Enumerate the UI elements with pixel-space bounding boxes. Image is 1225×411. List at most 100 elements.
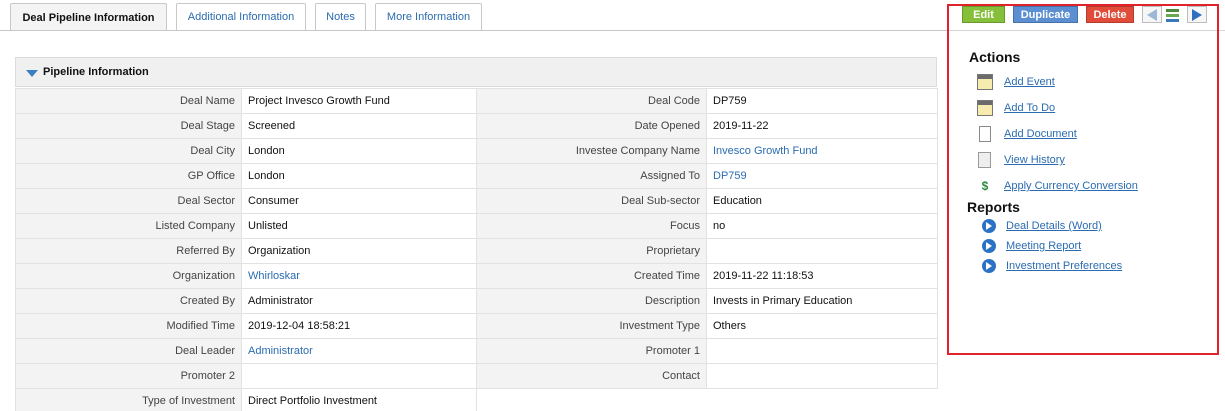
table-row: Deal Leader Administrator Promoter 1 <box>15 338 938 364</box>
report-investment-preferences[interactable]: Investment Preferences <box>982 259 1122 273</box>
field-value: 2019-11-22 11:18:53 <box>706 263 938 289</box>
delete-button[interactable]: Delete <box>1086 6 1134 23</box>
field-label: Referred By <box>15 238 242 264</box>
field-value: Education <box>706 188 938 214</box>
arrow-circle-right-icon <box>982 239 996 253</box>
add-event-link[interactable]: Add Event <box>1004 76 1055 88</box>
field-label: Type of Investment <box>15 388 242 411</box>
currency-conversion-link[interactable]: Apply Currency Conversion <box>1004 180 1138 192</box>
tab-notes[interactable]: Notes <box>315 3 366 30</box>
field-label: Deal Stage <box>15 113 242 139</box>
field-value <box>706 238 938 264</box>
field-label: Listed Company <box>15 213 242 239</box>
pipeline-detail-table: Deal Name Project Invesco Growth Fund De… <box>15 88 938 411</box>
collapse-triangle-icon[interactable] <box>26 69 38 77</box>
table-row: Deal Stage Screened Date Opened 2019-11-… <box>15 113 938 139</box>
field-label: Promoter 2 <box>15 363 242 389</box>
organization-link[interactable]: Whirloskar <box>241 263 477 289</box>
report-meeting[interactable]: Meeting Report <box>982 239 1081 253</box>
add-event-action[interactable]: Add Event <box>977 74 1055 90</box>
view-history-action[interactable]: View History <box>977 152 1065 168</box>
table-row: GP Office London Assigned To DP759 <box>15 163 938 189</box>
next-record-button[interactable] <box>1187 6 1207 23</box>
tab-bar: Deal Pipeline Information Additional Inf… <box>10 3 491 31</box>
table-row: Deal Sector Consumer Deal Sub-sector Edu… <box>15 188 938 214</box>
document-icon <box>979 126 991 142</box>
report-deal-details[interactable]: Deal Details (Word) <box>982 219 1102 233</box>
arrow-right-icon <box>1192 8 1202 21</box>
field-value <box>241 363 477 389</box>
field-value: Consumer <box>241 188 477 214</box>
main-content: Pipeline Information Deal Name Project I… <box>0 31 948 411</box>
actions-title: Actions <box>969 49 1021 65</box>
field-label: Focus <box>476 213 707 239</box>
field-label: Modified Time <box>15 313 242 339</box>
tab-deal-pipeline-information[interactable]: Deal Pipeline Information <box>10 3 167 31</box>
table-row: Organization Whirloskar Created Time 201… <box>15 263 938 289</box>
add-document-link[interactable]: Add Document <box>1004 128 1077 140</box>
duplicate-button[interactable]: Duplicate <box>1013 6 1078 23</box>
actions-panel: Actions Add Event Add To Do Add Document… <box>947 4 1219 355</box>
field-value: no <box>706 213 938 239</box>
list-view-icon[interactable] <box>1165 8 1181 22</box>
add-todo-link[interactable]: Add To Do <box>1004 102 1055 114</box>
field-value: Others <box>706 313 938 339</box>
field-label: Promoter 1 <box>476 338 707 364</box>
tab-more-information[interactable]: More Information <box>375 3 482 30</box>
field-value <box>706 338 938 364</box>
field-label: Assigned To <box>476 163 707 189</box>
field-label: Deal Sector <box>15 188 242 214</box>
field-value: Direct Portfolio Investment <box>241 388 477 411</box>
field-label: Deal City <box>15 138 242 164</box>
table-row: Modified Time 2019-12-04 18:58:21 Invest… <box>15 313 938 339</box>
previous-record-button[interactable] <box>1142 6 1162 23</box>
table-row: Referred By Organization Proprietary <box>15 238 938 264</box>
view-history-link[interactable]: View History <box>1004 154 1065 166</box>
add-todo-action[interactable]: Add To Do <box>977 100 1055 116</box>
field-value: 2019-12-04 18:58:21 <box>241 313 477 339</box>
section-header-pipeline-information[interactable]: Pipeline Information <box>15 57 937 87</box>
currency-conversion-action[interactable]: $ Apply Currency Conversion <box>977 178 1138 194</box>
investee-company-link[interactable]: Invesco Growth Fund <box>706 138 938 164</box>
field-label: Proprietary <box>476 238 707 264</box>
field-label: Date Opened <box>476 113 707 139</box>
table-row: Deal Name Project Invesco Growth Fund De… <box>15 88 938 114</box>
field-value: Screened <box>241 113 477 139</box>
field-value: Project Invesco Growth Fund <box>241 88 477 114</box>
deal-leader-link[interactable]: Administrator <box>241 338 477 364</box>
add-document-action[interactable]: Add Document <box>977 126 1077 142</box>
field-label: Deal Leader <box>15 338 242 364</box>
field-value: DP759 <box>706 88 938 114</box>
currency-icon: $ <box>981 179 989 193</box>
tab-additional-information[interactable]: Additional Information <box>176 3 306 30</box>
deal-details-word-link[interactable]: Deal Details (Word) <box>1006 220 1102 232</box>
field-label: Organization <box>15 263 242 289</box>
field-label: Description <box>476 288 707 314</box>
meeting-report-link[interactable]: Meeting Report <box>1006 240 1081 252</box>
record-toolbar: Edit Duplicate Delete <box>962 6 1210 23</box>
reports-title: Reports <box>967 199 1020 215</box>
calendar-todo-icon <box>977 100 993 116</box>
history-icon <box>978 152 991 168</box>
field-value: Organization <box>241 238 477 264</box>
table-row: Deal City London Investee Company Name I… <box>15 138 938 164</box>
table-row: Listed Company Unlisted Focus no <box>15 213 938 239</box>
arrow-circle-right-icon <box>982 219 996 233</box>
section-title: Pipeline Information <box>43 66 149 78</box>
assigned-to-link[interactable]: DP759 <box>706 163 938 189</box>
field-label: Deal Name <box>15 88 242 114</box>
table-row: Type of Investment Direct Portfolio Inve… <box>15 388 938 411</box>
edit-button[interactable]: Edit <box>962 6 1005 23</box>
arrow-circle-right-icon <box>982 259 996 273</box>
field-value: London <box>241 138 477 164</box>
field-label: Contact <box>476 363 707 389</box>
table-row: Created By Administrator Description Inv… <box>15 288 938 314</box>
investment-preferences-link[interactable]: Investment Preferences <box>1006 260 1122 272</box>
empty-cell <box>706 388 938 411</box>
field-value: 2019-11-22 <box>706 113 938 139</box>
calendar-event-icon <box>977 74 993 90</box>
field-label: Investment Type <box>476 313 707 339</box>
field-label: Deal Code <box>476 88 707 114</box>
field-value: Unlisted <box>241 213 477 239</box>
field-label: Investee Company Name <box>476 138 707 164</box>
